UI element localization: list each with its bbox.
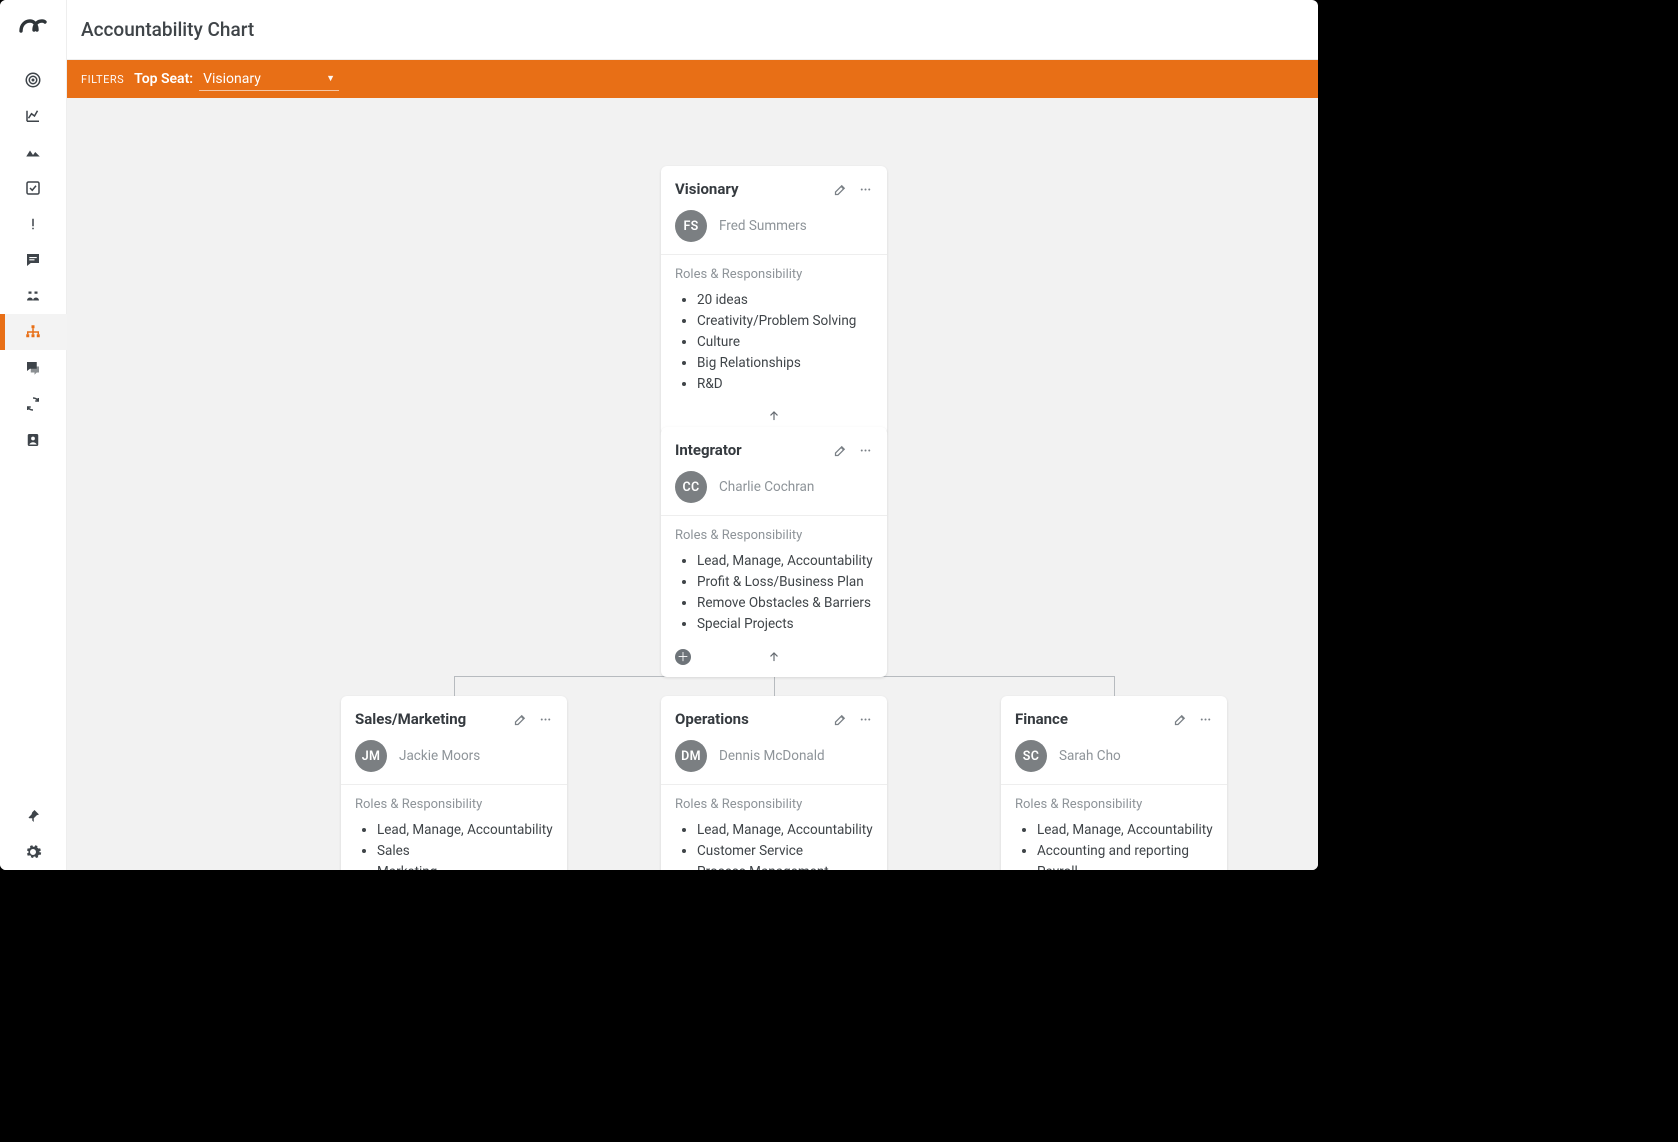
roles-list: Lead, Manage, AccountabilityProfit & Los… — [675, 551, 873, 635]
avatar: SC — [1015, 740, 1047, 772]
roles-list-item: Remove Obstacles & Barriers — [697, 593, 873, 614]
roles-list-item: Creativity/Problem Solving — [697, 311, 873, 332]
seat-card-operations: Operations DM Dennis McDonald Roles & Re… — [661, 696, 887, 870]
seat-title: Operations — [675, 710, 749, 728]
chart-canvas: Visionary FS Fred Summers Roles & Respon… — [67, 98, 1318, 870]
seat-title: Finance — [1015, 710, 1068, 728]
roles-list-item: Marketing — [377, 862, 553, 870]
roles-label: Roles & Responsibility — [675, 528, 873, 543]
avatar: CC — [675, 471, 707, 503]
nav-alert-icon[interactable] — [0, 206, 67, 242]
roles-list-item: Lead, Manage, Accountability — [697, 820, 873, 841]
more-icon[interactable] — [538, 712, 553, 727]
page-title: Accountability Chart — [81, 18, 254, 41]
edit-icon[interactable] — [833, 443, 848, 458]
add-child-button[interactable]: ＋ — [675, 649, 691, 665]
roles-list-item: Accounting and reporting — [1037, 841, 1213, 862]
roles-list-item: Payroll — [1037, 862, 1213, 870]
roles-list-item: Culture — [697, 332, 873, 353]
roles-list-item: 20 ideas — [697, 290, 873, 311]
roles-list-item: R&D — [697, 374, 873, 395]
nav-sync-icon[interactable] — [0, 386, 67, 422]
more-icon[interactable] — [858, 712, 873, 727]
more-icon[interactable] — [858, 182, 873, 197]
topseat-dropdown[interactable]: Visionary ▼ — [199, 68, 339, 91]
seat-card-sales: Sales/Marketing JM Jackie Moors Roles & … — [341, 696, 567, 870]
topbar: Accountability Chart — [67, 0, 1318, 60]
nav-settings-icon[interactable] — [0, 834, 67, 870]
topseat-value: Visionary — [203, 71, 261, 87]
nav-contact-icon[interactable] — [0, 422, 67, 458]
more-icon[interactable] — [1198, 712, 1213, 727]
topseat-label: Top Seat: — [134, 71, 193, 87]
seat-card-finance: Finance SC Sarah Cho Roles & Responsibil… — [1001, 696, 1227, 870]
nav-mountain-icon[interactable] — [0, 134, 67, 170]
roles-label: Roles & Responsibility — [675, 267, 873, 282]
sidebar — [0, 0, 67, 870]
seat-title: Visionary — [675, 180, 739, 198]
person-name: Charlie Cochran — [719, 479, 814, 495]
person-name: Fred Summers — [719, 218, 807, 234]
nav-orgchart-icon[interactable] — [0, 314, 67, 350]
filters-label: FILTERS — [81, 73, 124, 86]
person-name: Dennis McDonald — [719, 748, 825, 764]
nav-chat-icon[interactable] — [0, 242, 67, 278]
roles-label: Roles & Responsibility — [675, 797, 873, 812]
roles-list-item: Profit & Loss/Business Plan — [697, 572, 873, 593]
seat-title: Integrator — [675, 441, 742, 459]
seat-card-visionary: Visionary FS Fred Summers Roles & Respon… — [661, 166, 887, 435]
avatar: FS — [675, 210, 707, 242]
roles-list: Lead, Manage, AccountabilitySalesMarketi… — [355, 820, 553, 870]
connector — [774, 676, 775, 696]
seat-title: Sales/Marketing — [355, 710, 466, 728]
nav-binoculars-icon[interactable] — [0, 278, 67, 314]
nav-target-icon[interactable] — [0, 62, 67, 98]
nav-forum-icon[interactable] — [0, 350, 67, 386]
roles-label: Roles & Responsibility — [355, 797, 553, 812]
collapse-up-icon[interactable] — [767, 409, 781, 423]
more-icon[interactable] — [858, 443, 873, 458]
nav-pin-icon[interactable] — [0, 798, 67, 834]
edit-icon[interactable] — [833, 182, 848, 197]
collapse-up-icon[interactable] — [767, 650, 781, 664]
person-name: Sarah Cho — [1059, 748, 1121, 764]
nav-chart-icon[interactable] — [0, 98, 67, 134]
edit-icon[interactable] — [1173, 712, 1188, 727]
roles-list: Lead, Manage, AccountabilityCustomer Ser… — [675, 820, 873, 870]
avatar: JM — [355, 740, 387, 772]
edit-icon[interactable] — [513, 712, 528, 727]
roles-list-item: Customer Service — [697, 841, 873, 862]
seat-card-integrator: Integrator CC Charlie Cochran Roles & Re… — [661, 427, 887, 677]
connector — [454, 676, 455, 696]
roles-list: Lead, Manage, AccountabilityAccounting a… — [1015, 820, 1213, 870]
chevron-down-icon: ▼ — [326, 73, 335, 84]
roles-label: Roles & Responsibility — [1015, 797, 1213, 812]
roles-list-item: Lead, Manage, Accountability — [697, 551, 873, 572]
roles-list-item: Lead, Manage, Accountability — [377, 820, 553, 841]
app-logo — [17, 10, 49, 42]
avatar: DM — [675, 740, 707, 772]
roles-list-item: Special Projects — [697, 614, 873, 635]
edit-icon[interactable] — [833, 712, 848, 727]
person-name: Jackie Moors — [399, 748, 480, 764]
roles-list-item: Sales — [377, 841, 553, 862]
roles-list-item: Big Relationships — [697, 353, 873, 374]
roles-list-item: Lead, Manage, Accountability — [1037, 820, 1213, 841]
roles-list: 20 ideasCreativity/Problem SolvingCultur… — [675, 290, 873, 395]
nav-checkbox-icon[interactable] — [0, 170, 67, 206]
connector — [1114, 676, 1115, 696]
roles-list-item: Process Management — [697, 862, 873, 870]
filter-bar: FILTERS Top Seat: Visionary ▼ — [67, 60, 1318, 98]
